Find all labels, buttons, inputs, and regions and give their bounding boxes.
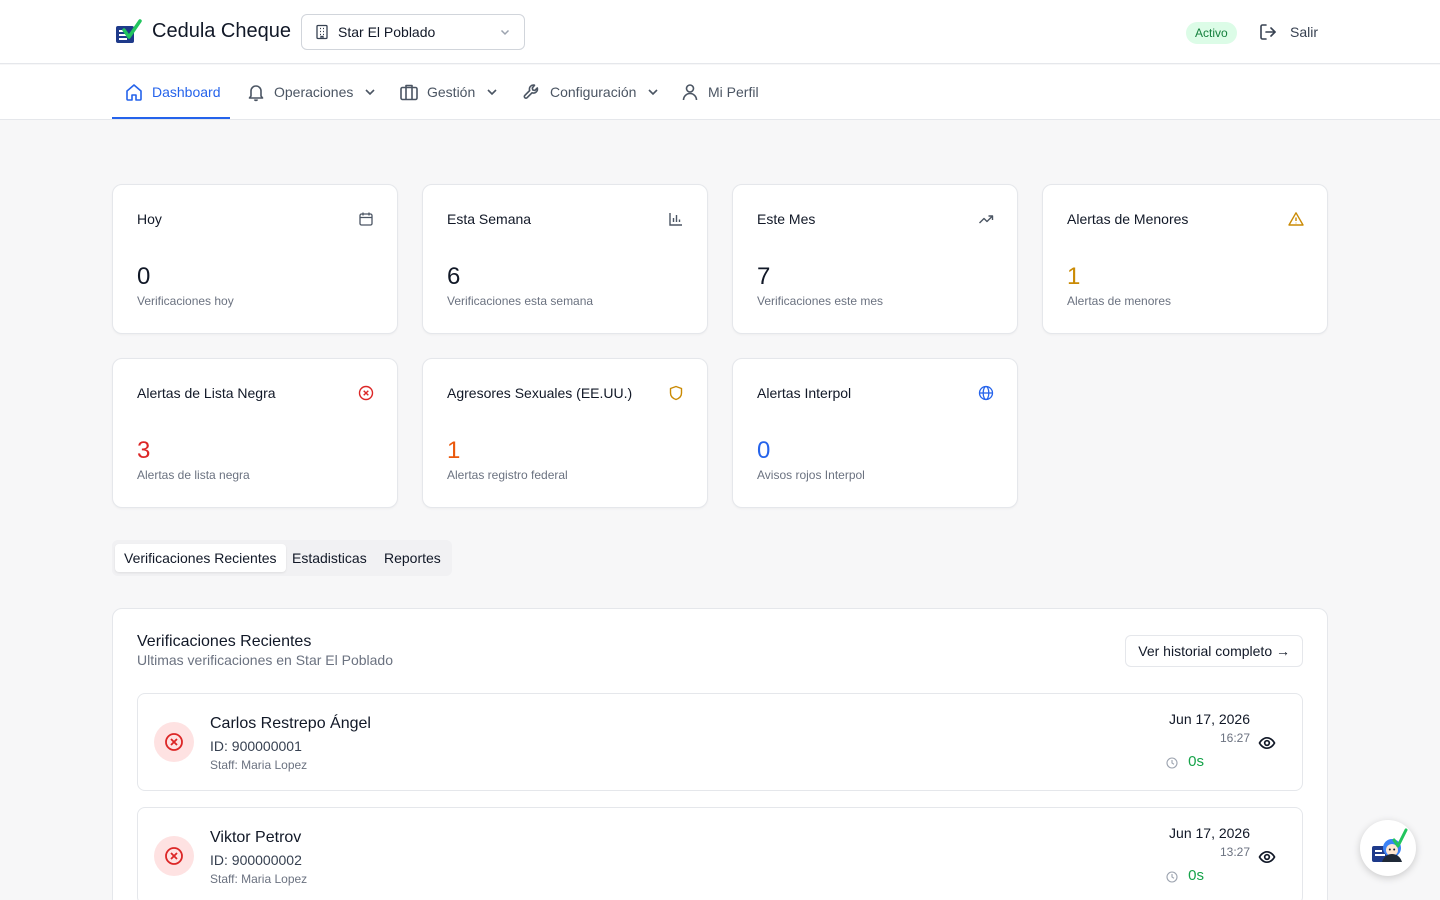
- bar-chart-icon: [668, 211, 684, 227]
- briefcase-icon: [399, 82, 419, 102]
- assistant-button[interactable]: [1360, 820, 1416, 876]
- nav-item-mi-perfil[interactable]: Mi Perfil: [680, 65, 759, 119]
- card-desc: Alertas de lista negra: [137, 468, 250, 482]
- status-badge: Activo: [1186, 22, 1237, 44]
- verification-time: 16:27: [1219, 731, 1250, 745]
- clock-icon: [1166, 757, 1178, 769]
- person-id: ID: 900000002: [210, 852, 302, 868]
- panel-subtitle: Ultimas verificaciones en Star El Poblad…: [137, 652, 394, 668]
- brand-title: Cedula Cheque: [152, 20, 291, 42]
- staff-name: Staff: Maria Lopez: [210, 758, 308, 772]
- card-desc: Verificaciones este mes: [757, 294, 884, 308]
- chevron-down-icon: [363, 85, 377, 99]
- verification-duration: 0s: [1188, 753, 1204, 770]
- bell-icon: [246, 82, 266, 102]
- main-nav: Dashboard Operaciones Gestión Configurac…: [0, 65, 1440, 120]
- status-avatar: [154, 722, 194, 762]
- person-name: Carlos Restrepo Ángel: [210, 715, 371, 732]
- branch-select[interactable]: Star El Poblado: [301, 14, 525, 50]
- recent-verifications-panel: Verificaciones Recientes Ultimas verific…: [112, 608, 1328, 900]
- stat-card-mes: Este Mes 7 Verificaciones este mes: [732, 184, 1018, 334]
- card-desc: Alertas registro federal: [447, 468, 568, 482]
- wrench-icon: [522, 82, 542, 102]
- stat-card-agresores: Agresores Sexuales (EE.UU.) 1 Alertas re…: [422, 358, 708, 508]
- card-desc: Alertas de menores: [1067, 294, 1172, 308]
- eye-icon[interactable]: [1258, 734, 1276, 752]
- shield-icon: [668, 385, 684, 401]
- user-icon: [680, 82, 700, 102]
- card-value: 0: [757, 437, 771, 464]
- logo-icon: [114, 18, 142, 46]
- card-title: Agresores Sexuales (EE.UU.): [447, 385, 633, 401]
- nav-item-operaciones[interactable]: Operaciones: [246, 65, 377, 119]
- calendar-icon: [358, 211, 374, 227]
- verification-duration: 0s: [1188, 867, 1204, 884]
- card-title: Esta Semana: [447, 211, 532, 227]
- list-item[interactable]: Carlos Restrepo Ángel ID: 900000001 Staf…: [137, 693, 1303, 791]
- card-desc: Verificaciones esta semana: [447, 294, 594, 308]
- stat-card-lista-negra: Alertas de Lista Negra 3 Alertas de list…: [112, 358, 398, 508]
- verification-date: Jun 17, 2026: [1169, 825, 1250, 841]
- nav-label-configuracion: Configuración: [550, 84, 637, 100]
- top-bar: Cedula Cheque Star El Poblado Activo Sal…: [0, 0, 1440, 64]
- logout-label: Salir: [1290, 24, 1319, 40]
- card-value: 1: [447, 437, 461, 464]
- card-desc: Avisos rojos Interpol: [757, 468, 865, 482]
- home-icon: [124, 82, 144, 102]
- card-value: 6: [447, 263, 461, 290]
- warning-icon: [1288, 211, 1304, 227]
- card-value: 1: [1067, 263, 1081, 290]
- x-circle-icon: [164, 846, 184, 866]
- nav-item-gestion[interactable]: Gestión: [399, 65, 499, 119]
- nav-item-dashboard[interactable]: Dashboard: [124, 65, 221, 119]
- nav-label-gestion: Gestión: [427, 84, 476, 100]
- status-avatar: [154, 836, 194, 876]
- x-circle-icon: [164, 732, 184, 752]
- tab-verificaciones-recientes[interactable]: Verificaciones Recientes: [115, 544, 286, 572]
- globe-icon: [978, 385, 994, 401]
- card-value: 7: [757, 263, 771, 290]
- building-icon: [314, 24, 330, 40]
- chevron-down-icon: [646, 85, 660, 99]
- stat-card-hoy: Hoy 0 Verificaciones hoy: [112, 184, 398, 334]
- eye-icon[interactable]: [1258, 848, 1276, 866]
- branch-select-value: Star El Poblado: [338, 24, 436, 40]
- logout-icon: [1258, 22, 1278, 42]
- trending-up-icon: [978, 211, 994, 227]
- list-item[interactable]: Viktor Petrov ID: 900000002 Staff: Maria…: [137, 807, 1303, 900]
- card-title: Alertas de Lista Negra: [137, 385, 276, 401]
- chevron-down-icon: [498, 25, 512, 39]
- active-tab-indicator: [112, 117, 230, 119]
- nav-label-operaciones: Operaciones: [274, 84, 354, 100]
- verification-date: Jun 17, 2026: [1169, 711, 1250, 727]
- card-title: Este Mes: [757, 211, 816, 227]
- chevron-down-icon: [485, 85, 499, 99]
- card-value: 0: [137, 263, 151, 290]
- panel-title: Verificaciones Recientes: [137, 633, 312, 650]
- nav-label-mi-perfil: Mi Perfil: [708, 84, 759, 100]
- stat-card-alertas-menores: Alertas de Menores 1 Alertas de menores: [1042, 184, 1328, 334]
- content-tabs: Verificaciones Recientes Estadisticas Re…: [112, 540, 452, 576]
- x-circle-icon: [358, 385, 374, 401]
- card-desc: Verificaciones hoy: [137, 294, 234, 308]
- card-title: Alertas de Menores: [1067, 211, 1189, 227]
- assistant-avatar-icon: [1372, 828, 1408, 862]
- staff-name: Staff: Maria Lopez: [210, 872, 308, 886]
- nav-label-dashboard: Dashboard: [152, 84, 221, 100]
- stat-card-semana: Esta Semana 6 Verificaciones esta semana: [422, 184, 708, 334]
- stat-card-interpol: Alertas Interpol 0 Avisos rojos Interpol: [732, 358, 1018, 508]
- card-value: 3: [137, 437, 151, 464]
- verification-time: 13:27: [1219, 845, 1250, 859]
- card-title: Alertas Interpol: [757, 385, 852, 401]
- tab-estadisticas[interactable]: Estadisticas: [283, 544, 376, 572]
- person-id: ID: 900000001: [210, 738, 302, 754]
- card-title: Hoy: [137, 211, 162, 227]
- tab-reportes[interactable]: Reportes: [375, 544, 450, 572]
- person-name: Viktor Petrov: [210, 829, 302, 846]
- view-history-button[interactable]: Ver historial completo →: [1125, 635, 1303, 667]
- logout-button[interactable]: Salir: [1258, 20, 1318, 44]
- clock-icon: [1166, 871, 1178, 883]
- nav-item-configuracion[interactable]: Configuración: [522, 65, 660, 119]
